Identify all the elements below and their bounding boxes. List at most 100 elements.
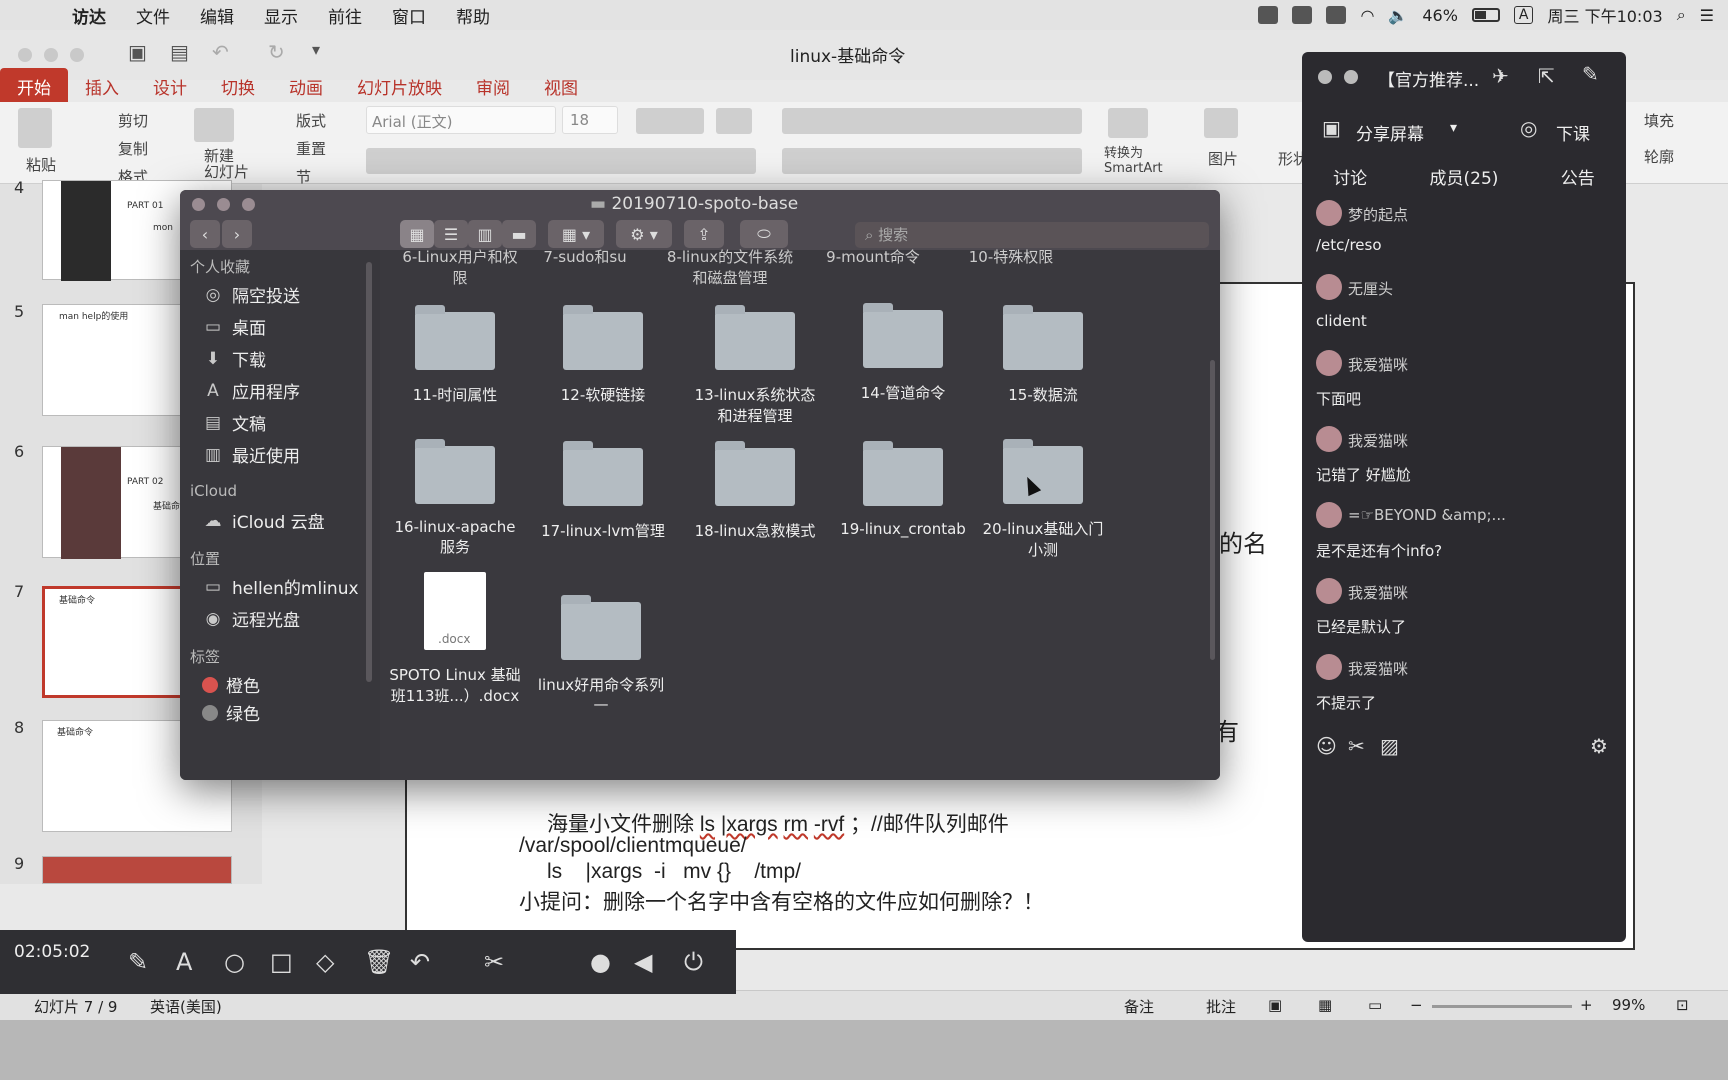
paste-icon[interactable]	[18, 108, 52, 148]
text-icon[interactable]: A	[176, 948, 192, 976]
status-screen-icon[interactable]	[1292, 6, 1313, 24]
zoom-slider[interactable]	[1432, 1005, 1572, 1008]
image-icon[interactable]: ▨	[1380, 734, 1399, 758]
gear-icon[interactable]: ⚙	[1590, 734, 1608, 758]
column-view-button[interactable]: ▥	[468, 220, 502, 248]
finder-folder[interactable]: 20-linux基础入门 小测	[958, 439, 1128, 560]
new-slide-icon[interactable]	[194, 108, 234, 142]
close-button[interactable]	[192, 198, 205, 211]
undo-icon[interactable]: ↶	[212, 40, 229, 64]
sidebar-item-downloads[interactable]: ⬇ 下载	[202, 346, 266, 372]
tab-review[interactable]: 审阅	[459, 68, 527, 102]
sidebar-item-computer[interactable]: ▭ hellen的mlinux	[202, 574, 359, 600]
chevron-down-icon[interactable]: ▾	[1450, 120, 1457, 136]
tab-design[interactable]: 设计	[136, 68, 204, 102]
battery-icon[interactable]	[1471, 8, 1500, 22]
wifi-icon[interactable]: ◠	[1360, 6, 1374, 25]
redo-icon[interactable]: ↻	[268, 40, 285, 64]
zoom-in-icon[interactable]: +	[1580, 996, 1593, 1014]
avatar[interactable]	[1316, 350, 1342, 376]
notes-button[interactable]: 备注	[1124, 996, 1154, 1017]
reset-button[interactable]: 重置	[296, 138, 326, 159]
menu-file[interactable]: 文件	[136, 3, 170, 28]
menu-go[interactable]: 前往	[328, 3, 362, 28]
screen-share-icon[interactable]: ▣	[1322, 116, 1341, 140]
fill-button[interactable]: 填充	[1644, 110, 1674, 131]
circle-icon[interactable]: ○	[224, 948, 245, 976]
back-button[interactable]: ‹	[190, 220, 220, 248]
align-buttons-group[interactable]	[782, 148, 1082, 174]
section-button[interactable]: 节	[296, 166, 311, 187]
clear-format-icon[interactable]	[716, 108, 752, 134]
end-class-icon[interactable]: ◎	[1520, 116, 1537, 140]
input-method-icon[interactable]: A	[1513, 6, 1534, 24]
avatar[interactable]	[1316, 578, 1342, 604]
finder-folder[interactable]: linux好用命令系列 —	[516, 595, 686, 713]
external-link-icon[interactable]: ⇱	[1538, 64, 1555, 88]
finder-folder[interactable]: 17-linux-lvm管理	[520, 441, 686, 541]
sidebar-item-airdrop[interactable]: ◎ 隔空投送	[202, 282, 300, 308]
pen-icon[interactable]: ✎	[128, 948, 148, 976]
paste-label[interactable]: 粘贴	[26, 154, 56, 175]
eraser-icon[interactable]: ◇	[316, 948, 334, 976]
menu-view[interactable]: 显示	[264, 3, 298, 28]
power-icon[interactable]: ⏻	[684, 948, 703, 976]
finder-item[interactable]: 8-linux的文件系统 和磁盘管理	[650, 246, 810, 288]
tag-button[interactable]: ⬭	[740, 220, 788, 248]
notification-center-icon[interactable]: ☰	[1700, 6, 1714, 25]
trash-icon[interactable]: 🗑	[364, 948, 394, 976]
sidebar-item-desktop[interactable]: ▭ 桌面	[202, 314, 266, 340]
emoji-icon[interactable]: ☺	[1316, 734, 1337, 758]
slide-thumb-9[interactable]	[42, 856, 232, 884]
increase-font-icon[interactable]	[636, 108, 704, 134]
menu-window[interactable]: 窗口	[392, 3, 426, 28]
icon-view-button[interactable]: ▦	[400, 220, 434, 248]
sidebar-tag-green[interactable]: 绿色	[202, 700, 260, 725]
outline-button[interactable]: 轮廓	[1644, 146, 1674, 167]
list-view-button[interactable]: ☰	[434, 220, 468, 248]
save-icon[interactable]: ▤	[170, 40, 189, 64]
sidebar-item-documents[interactable]: ▤ 文稿	[202, 410, 266, 436]
sidebar-item-recents[interactable]: ▥ 最近使用	[202, 442, 300, 468]
language-indicator[interactable]: 英语(美国)	[150, 996, 222, 1017]
smartart-icon[interactable]	[1108, 108, 1148, 138]
tab-transitions[interactable]: 切换	[204, 68, 272, 102]
zoom-level[interactable]: 99%	[1612, 996, 1645, 1014]
close-button[interactable]	[18, 48, 32, 62]
zoom-out-icon[interactable]: −	[1410, 996, 1423, 1014]
finder-item[interactable]: 10-特殊权限	[936, 246, 1086, 267]
microphone-icon[interactable]: ●	[590, 948, 611, 976]
avatar[interactable]	[1316, 654, 1342, 680]
picture-icon[interactable]	[1204, 108, 1238, 138]
new-slide-label[interactable]: 新建 幻灯片	[204, 148, 249, 180]
comments-button[interactable]: 批注	[1206, 996, 1236, 1017]
speaker-icon[interactable]: ◀	[634, 948, 652, 976]
minimize-button[interactable]	[217, 198, 230, 211]
tab-view[interactable]: 视图	[527, 68, 595, 102]
pin-icon[interactable]: ✎	[1582, 62, 1599, 86]
spotlight-icon[interactable]: ⌕	[1677, 5, 1686, 25]
avatar[interactable]	[1316, 274, 1342, 300]
scissors-icon[interactable]: ✂	[484, 948, 504, 976]
close-button[interactable]	[1318, 70, 1332, 84]
content-scrollbar[interactable]	[1210, 360, 1215, 660]
end-class-button[interactable]: 下课	[1556, 120, 1590, 145]
finder-folder[interactable]: 15-数据流	[968, 305, 1118, 405]
sidebar-item-remote-disc[interactable]: ◉ 远程光盘	[202, 606, 300, 632]
bold-italic-underline-group[interactable]	[366, 148, 756, 174]
minimize-button[interactable]	[44, 48, 58, 62]
volume-icon[interactable]: 🔈	[1388, 6, 1408, 25]
finder-folder[interactable]: 14-管道命令	[828, 303, 978, 403]
avatar[interactable]	[1316, 200, 1342, 226]
menu-edit[interactable]: 编辑	[200, 3, 234, 28]
group-button[interactable]: ▦ ▾	[548, 220, 604, 248]
list-buttons-group[interactable]	[782, 108, 1082, 134]
finder-search-input[interactable]: ⌕ 搜索	[855, 222, 1209, 248]
home-icon[interactable]: ▣	[128, 40, 147, 64]
tab-members[interactable]: 成员(25)	[1430, 164, 1499, 204]
gallery-view-button[interactable]: ▬	[502, 220, 536, 248]
normal-view-icon[interactable]: ▣	[1268, 996, 1282, 1014]
zoom-button[interactable]	[70, 48, 84, 62]
menu-help[interactable]: 帮助	[456, 3, 490, 28]
picture-label[interactable]: 图片	[1208, 148, 1238, 169]
